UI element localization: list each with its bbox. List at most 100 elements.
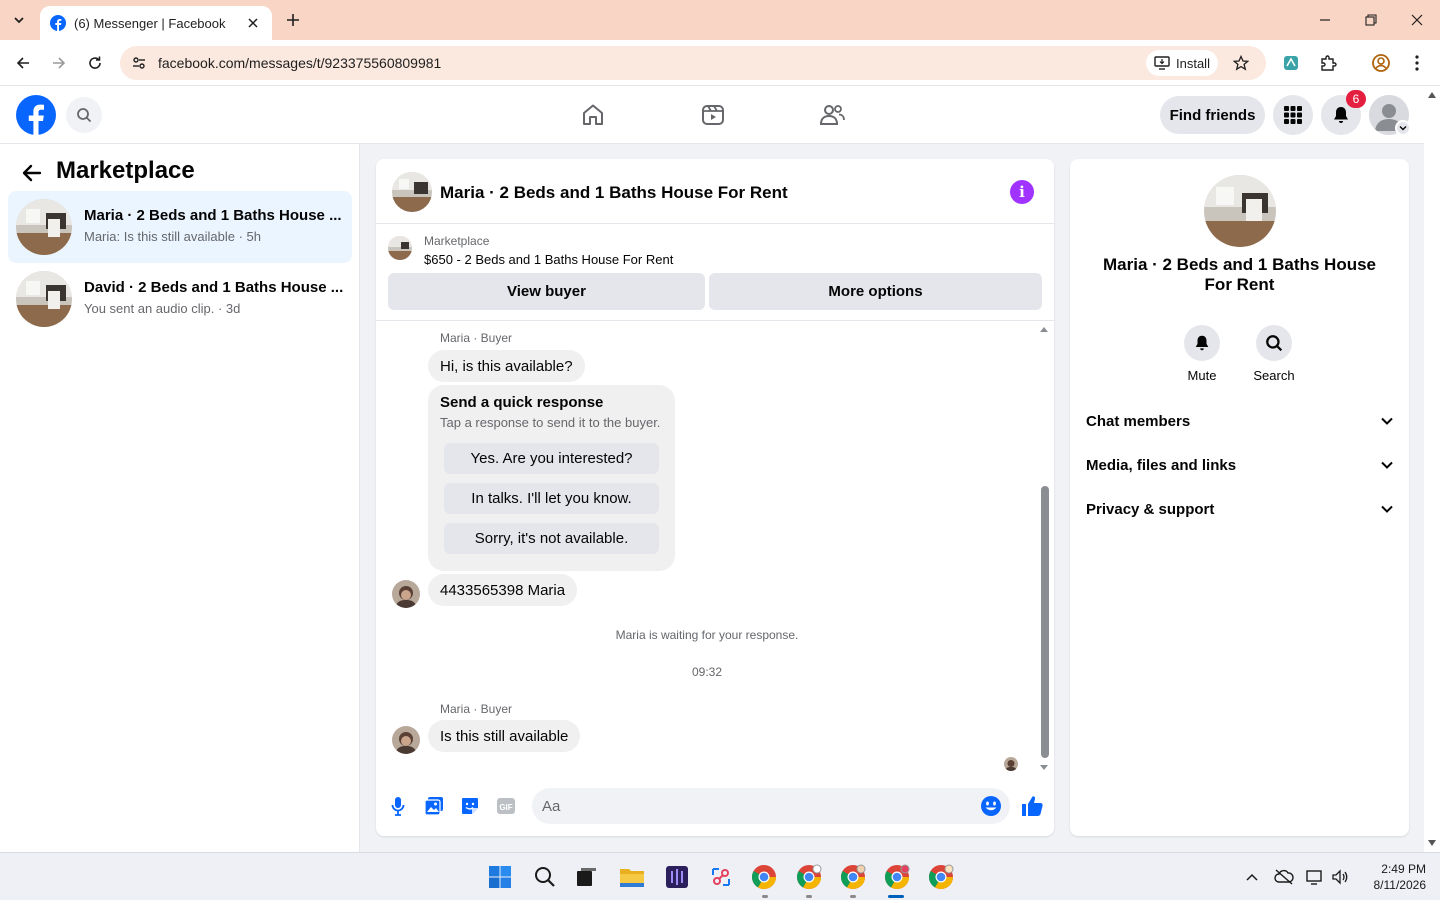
forward-arrow-icon[interactable] [47,51,71,75]
groups-icon[interactable] [818,101,846,129]
volume-icon[interactable] [1330,867,1350,887]
listing-thumbnail [16,199,72,255]
chat-title[interactable]: Maria · 2 Beds and 1 Baths House For Ren… [440,183,788,203]
windows-start-icon[interactable] [486,863,514,891]
chrome-icon[interactable] [750,863,778,891]
chrome-profile-icon[interactable] [927,863,955,891]
minimize-icon[interactable] [1313,8,1337,32]
install-monitor-icon [1154,56,1170,70]
chrome-profile-icon[interactable] [883,863,911,891]
info-listing-thumbnail[interactable] [1204,175,1276,247]
quick-response-subtitle: Tap a response to send it to the buyer. [440,415,661,430]
conversation-item[interactable]: Maria · 2 Beds and 1 Baths House ... Mar… [8,191,352,263]
conversation-item[interactable]: David · 2 Beds and 1 Baths House ... You… [8,263,352,335]
marketplace-label: Marketplace [424,234,490,248]
quick-response-not-available-button[interactable]: Sorry, it's not available. [444,523,659,554]
view-buyer-button[interactable]: View buyer [388,273,705,310]
quick-response-card: Send a quick response Tap a response to … [428,385,675,571]
sticker-icon[interactable] [459,795,481,817]
task-view-icon[interactable] [573,863,601,891]
windows-taskbar: 2:49 PM 8/11/2026 [0,852,1440,900]
quick-response-in-talks-button[interactable]: In talks. I'll let you know. [444,483,659,514]
scroll-down-arrow-icon[interactable] [1427,839,1437,847]
buyer-avatar[interactable] [392,580,420,608]
show-hidden-icons-chevron-icon[interactable] [1242,867,1262,887]
clock-date: 8/11/2026 [1373,878,1427,892]
scroll-up-arrow-icon[interactable] [1427,91,1437,99]
snipping-tool-icon[interactable] [707,863,735,891]
conversation-info-icon[interactable]: i [1010,180,1034,204]
close-window-icon[interactable] [1405,8,1429,32]
conversation-name: Maria · 2 Beds and 1 Baths House ... [84,207,342,224]
system-clock[interactable]: 2:49 PM 8/11/2026 [1366,861,1427,893]
waiting-note: Maria is waiting for your response. [615,628,799,642]
back-button[interactable] [18,159,46,187]
watch-video-icon[interactable] [699,101,727,129]
tab-close-icon[interactable] [244,14,262,32]
chat-panel: Maria · 2 Beds and 1 Baths House For Ren… [376,159,1054,836]
bookmark-star-icon[interactable] [1230,52,1252,74]
network-icon[interactable] [1305,867,1325,887]
app-icon[interactable] [663,863,691,891]
browser-menu-icon[interactable] [1405,51,1429,75]
install-app-button[interactable]: Install [1146,50,1218,76]
quick-response-title: Send a quick response [440,394,604,411]
chat-members-section[interactable]: Chat members [1070,401,1409,441]
message-composer[interactable] [532,788,1010,824]
chat-scrollbar-thumb[interactable] [1041,486,1049,758]
scroll-up-arrow-icon[interactable] [1039,324,1049,334]
find-friends-button[interactable]: Find friends [1160,96,1265,134]
microphone-icon[interactable] [387,795,409,817]
chevron-down-icon [1381,461,1393,469]
privacy-support-section[interactable]: Privacy & support [1070,489,1409,529]
message-input[interactable] [542,788,962,824]
photo-gallery-icon[interactable] [423,795,445,817]
extension-icon[interactable] [1279,51,1303,75]
quick-response-yes-button[interactable]: Yes. Are you interested? [444,443,659,474]
cloud-offline-icon[interactable] [1274,867,1294,887]
media-files-links-section[interactable]: Media, files and links [1070,445,1409,485]
marketplace-sidebar: Marketplace Maria · 2 Beds and 1 Baths H… [0,144,360,852]
search-in-conversation-button[interactable]: Search [1238,325,1310,383]
browser-tab-strip: (6) Messenger | Facebook [0,0,1440,40]
emoji-icon[interactable] [980,795,1002,817]
account-chevron-icon[interactable] [1395,120,1411,136]
thumbs-up-icon[interactable] [1020,794,1044,818]
section-label: Media, files and links [1086,456,1237,474]
section-label: Chat members [1086,412,1191,430]
back-arrow-icon[interactable] [11,51,35,75]
taskbar-search-icon[interactable] [531,863,559,891]
tab-search-chevron-icon[interactable] [6,7,32,33]
notification-badge: 6 [1346,90,1366,108]
mute-button[interactable]: Mute [1166,325,1238,383]
message-bubble[interactable]: Hi, is this available? [428,350,585,382]
listing-title[interactable]: $650 - 2 Beds and 1 Baths House For Rent [424,252,673,267]
restore-icon[interactable] [1359,8,1383,32]
more-options-button[interactable]: More options [709,273,1042,310]
extensions-puzzle-icon[interactable] [1316,51,1340,75]
gif-icon[interactable]: GIF [495,795,517,817]
chrome-profile-icon[interactable] [795,863,823,891]
scroll-down-arrow-icon[interactable] [1039,763,1049,773]
profile-circle-icon[interactable] [1369,51,1393,75]
home-icon[interactable] [579,101,607,129]
chevron-down-icon [1381,505,1393,513]
page-scrollbar[interactable] [1424,86,1440,852]
message-bubble[interactable]: 4433565398 Maria [428,574,578,606]
browser-tab-messenger[interactable]: (6) Messenger | Facebook [40,6,272,40]
facebook-header: Find friends [0,86,1424,144]
file-explorer-icon[interactable] [618,863,646,891]
facebook-search-button[interactable] [66,97,102,133]
site-settings-icon[interactable] [128,52,150,74]
address-bar[interactable]: facebook.com/messages/t/923375560809981 … [120,46,1266,80]
message-bubble[interactable]: Is this still available [428,720,581,752]
new-tab-plus-icon[interactable] [282,9,304,31]
chat-listing-thumbnail[interactable] [392,172,432,212]
chrome-profile-icon[interactable] [839,863,867,891]
active-window-indicator [888,895,904,898]
reload-icon[interactable] [83,51,107,75]
conversation-preview: You sent an audio clip. · 3d [84,301,241,316]
buyer-avatar[interactable] [392,726,420,754]
menu-grid-button[interactable] [1273,95,1313,135]
facebook-logo-icon[interactable] [16,95,56,135]
